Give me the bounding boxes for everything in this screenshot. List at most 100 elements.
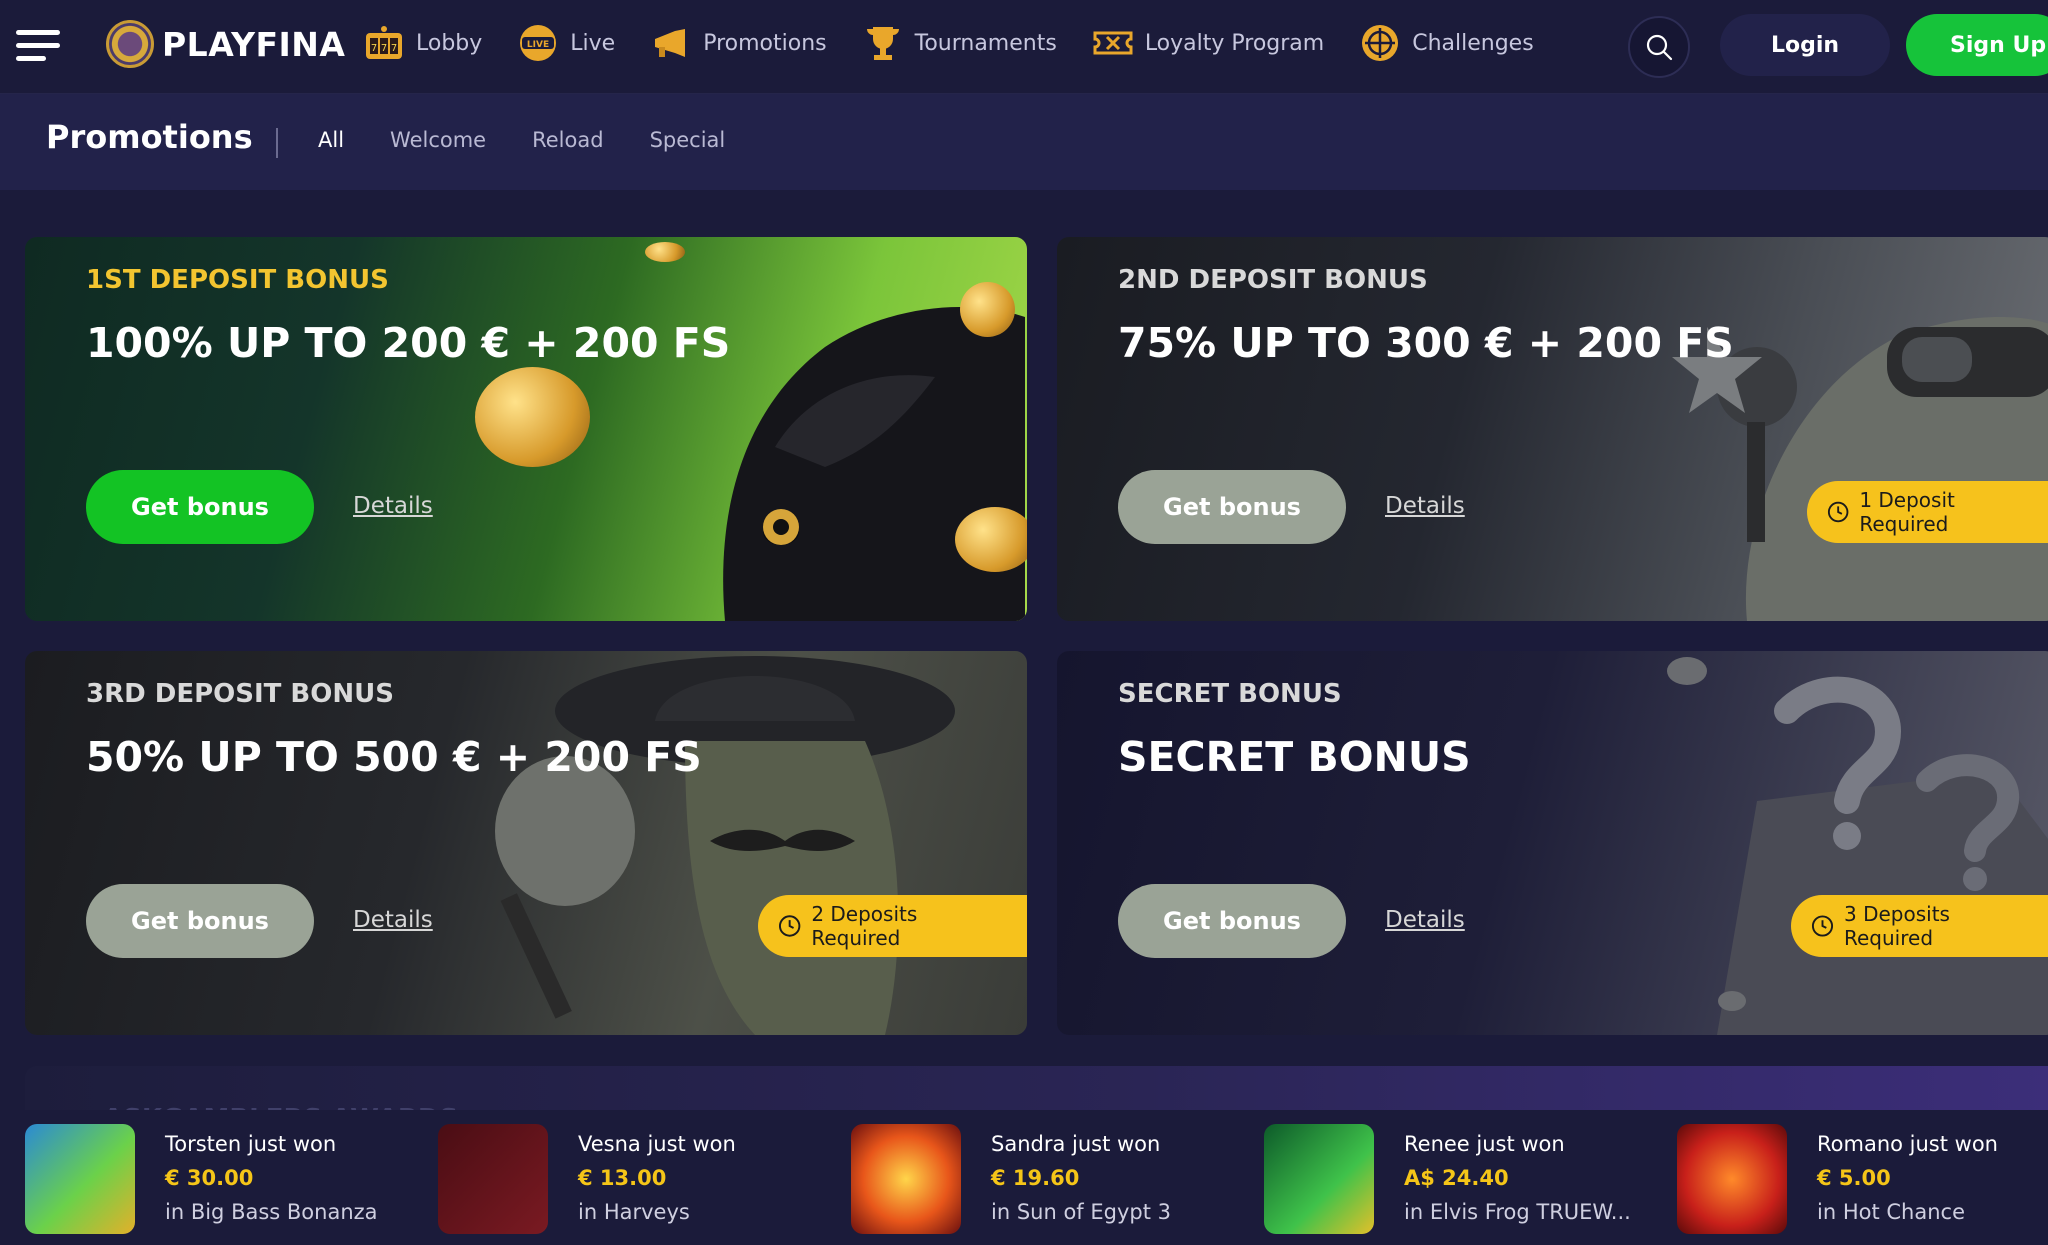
winner-item[interactable]: Torsten just won € 30.00 in Big Bass Bon… [25,1124,378,1234]
nav-label: Challenges [1412,30,1534,56]
winner-name: Romano just won [1817,1132,1998,1156]
nav-label: Lobby [416,30,483,56]
winner-amount: € 19.60 [991,1166,1080,1190]
search-button[interactable] [1628,16,1690,78]
menu-icon[interactable] [16,30,60,62]
promotions-subheader: Promotions All Welcome Reload Special [0,94,2048,190]
promo-card-1st-deposit: 1ST DEPOSIT BONUS 100% UP TO 200 € + 200… [25,237,1027,621]
winner-item[interactable]: Romano just won € 5.00 in Hot Chance [1677,1124,1998,1234]
tab-welcome[interactable]: Welcome [390,128,486,152]
deposit-requirement-badge: 1 Deposit Required [1807,481,2048,543]
details-link[interactable]: Details [1385,493,1465,519]
get-bonus-button[interactable]: Get bonus [86,884,314,958]
deposit-requirement-badge: 3 Deposits Required [1791,895,2048,957]
ticket-icon [1093,31,1133,55]
requirement-text: 3 Deposits Required [1844,902,1950,950]
winner-game: in Hot Chance [1817,1200,1965,1224]
clock-icon [778,915,801,937]
slot-777-icon: 7 7 7 [366,26,402,59]
nav-item-promotions[interactable]: Promotions [651,23,827,63]
get-bonus-button[interactable]: Get bonus [86,470,314,544]
logo-emblem-icon [106,20,154,68]
promo-title: 50% UP TO 500 € + 200 FS [86,733,702,781]
coin-decoration [955,507,1027,572]
tab-special[interactable]: Special [650,128,726,152]
get-bonus-button[interactable]: Get bonus [1118,470,1346,544]
cowboy-cactus-illustration [485,651,1027,1035]
details-link[interactable]: Details [353,493,433,519]
mystery-gift-illustration [1597,651,2048,1035]
winner-amount: € 30.00 [165,1166,254,1190]
requirement-text: 1 Deposit Required [1859,488,1955,536]
recent-winners-ticker: Torsten just won € 30.00 in Big Bass Bon… [0,1110,2048,1245]
nav-item-challenges[interactable]: Challenges [1360,23,1534,63]
get-bonus-button[interactable]: Get bonus [1118,884,1346,958]
promotion-filter-tabs: All Welcome Reload Special [318,128,771,152]
nav-label: Tournaments [914,30,1057,56]
promo-title: 75% UP TO 300 € + 200 FS [1118,319,1734,367]
nav-item-lobby[interactable]: 7 7 7 Lobby [364,23,482,63]
game-thumbnail-elvis-frog [1264,1124,1374,1234]
game-thumbnail-hot-chance [1677,1124,1787,1234]
game-thumbnail-sun-of-egypt-3 [851,1124,961,1234]
svg-text:LIVE: LIVE [527,40,549,50]
promo-eyebrow: SECRET BONUS [1118,679,1342,709]
details-link[interactable]: Details [1385,907,1465,933]
winner-game: in Big Bass Bonanza [165,1200,378,1224]
nav-label: Loyalty Program [1144,30,1325,56]
megaphone-icon [655,29,686,57]
clock-icon [1827,501,1849,523]
promo-card-2nd-deposit: 2ND DEPOSIT BONUS 75% UP TO 300 € + 200 … [1057,237,2048,621]
winner-name: Sandra just won [991,1132,1161,1156]
winner-item[interactable]: Renee just won A$ 24.40 in Elvis Frog TR… [1264,1124,1631,1234]
deposit-requirement-badge: 2 Deposits Required [758,895,1027,957]
game-thumbnail-big-bass-bonanza [25,1124,135,1234]
clock-icon [1811,915,1834,937]
nav-label: Promotions [703,30,827,56]
target-icon [1362,25,1399,61]
tab-all[interactable]: All [318,128,344,152]
winner-amount: A$ 24.40 [1404,1166,1509,1190]
coin-decoration [960,282,1015,337]
main-nav: 7 7 7 Lobby LIVE Live Promotions Tournam… [364,18,1570,68]
winner-item[interactable]: Sandra just won € 19.60 in Sun of Egypt … [851,1124,1171,1234]
frog-singer-illustration [1557,237,2048,621]
winner-item[interactable]: Vesna just won € 13.00 in Harveys [438,1124,736,1234]
promo-card-secret: SECRET BONUS SECRET BONUS Get bonus Deta… [1057,651,2048,1035]
game-thumbnail-harveys [438,1124,548,1234]
nav-item-loyalty-program[interactable]: Loyalty Program [1093,23,1324,63]
brand-logo[interactable]: PLAYFINA [106,20,345,68]
live-badge-icon: LIVE [520,25,557,61]
brand-name: PLAYFINA [162,24,346,64]
coin-decoration [645,242,685,262]
winner-game: in Sun of Egypt 3 [991,1200,1171,1224]
winner-amount: € 5.00 [1817,1166,1891,1190]
trophy-icon [866,27,899,60]
nav-item-tournaments[interactable]: Tournaments [863,23,1057,63]
details-link[interactable]: Details [353,907,433,933]
promo-eyebrow: 1ST DEPOSIT BONUS [86,265,389,295]
svg-text:7: 7 [371,43,377,54]
winner-game: in Elvis Frog TRUEW... [1404,1200,1631,1224]
requirement-text: 2 Deposits Required [811,902,918,950]
coin-decoration [475,367,590,467]
signup-button[interactable]: Sign Up [1906,14,2048,76]
promo-title: 100% UP TO 200 € + 200 FS [86,319,731,367]
promo-title: SECRET BONUS [1118,733,1471,781]
winner-name: Vesna just won [578,1132,736,1156]
divider [276,128,278,158]
tab-reload[interactable]: Reload [532,128,603,152]
winner-name: Renee just won [1404,1132,1565,1156]
winner-name: Torsten just won [165,1132,337,1156]
nav-item-live[interactable]: LIVE Live [518,23,615,63]
promo-card-3rd-deposit: 3RD DEPOSIT BONUS 50% UP TO 500 € + 200 … [25,651,1027,1035]
svg-text:7: 7 [381,43,387,54]
top-navigation-bar: PLAYFINA 7 7 7 Lobby LIVE Live Promotion… [0,0,2048,94]
svg-text:7: 7 [391,43,397,54]
winner-game: in Harveys [578,1200,690,1224]
page-title: Promotions [46,118,253,156]
promo-eyebrow: 3RD DEPOSIT BONUS [86,679,394,709]
promo-eyebrow: 2ND DEPOSIT BONUS [1118,265,1428,295]
search-icon [1646,34,1673,61]
login-button[interactable]: Login [1720,14,1890,76]
